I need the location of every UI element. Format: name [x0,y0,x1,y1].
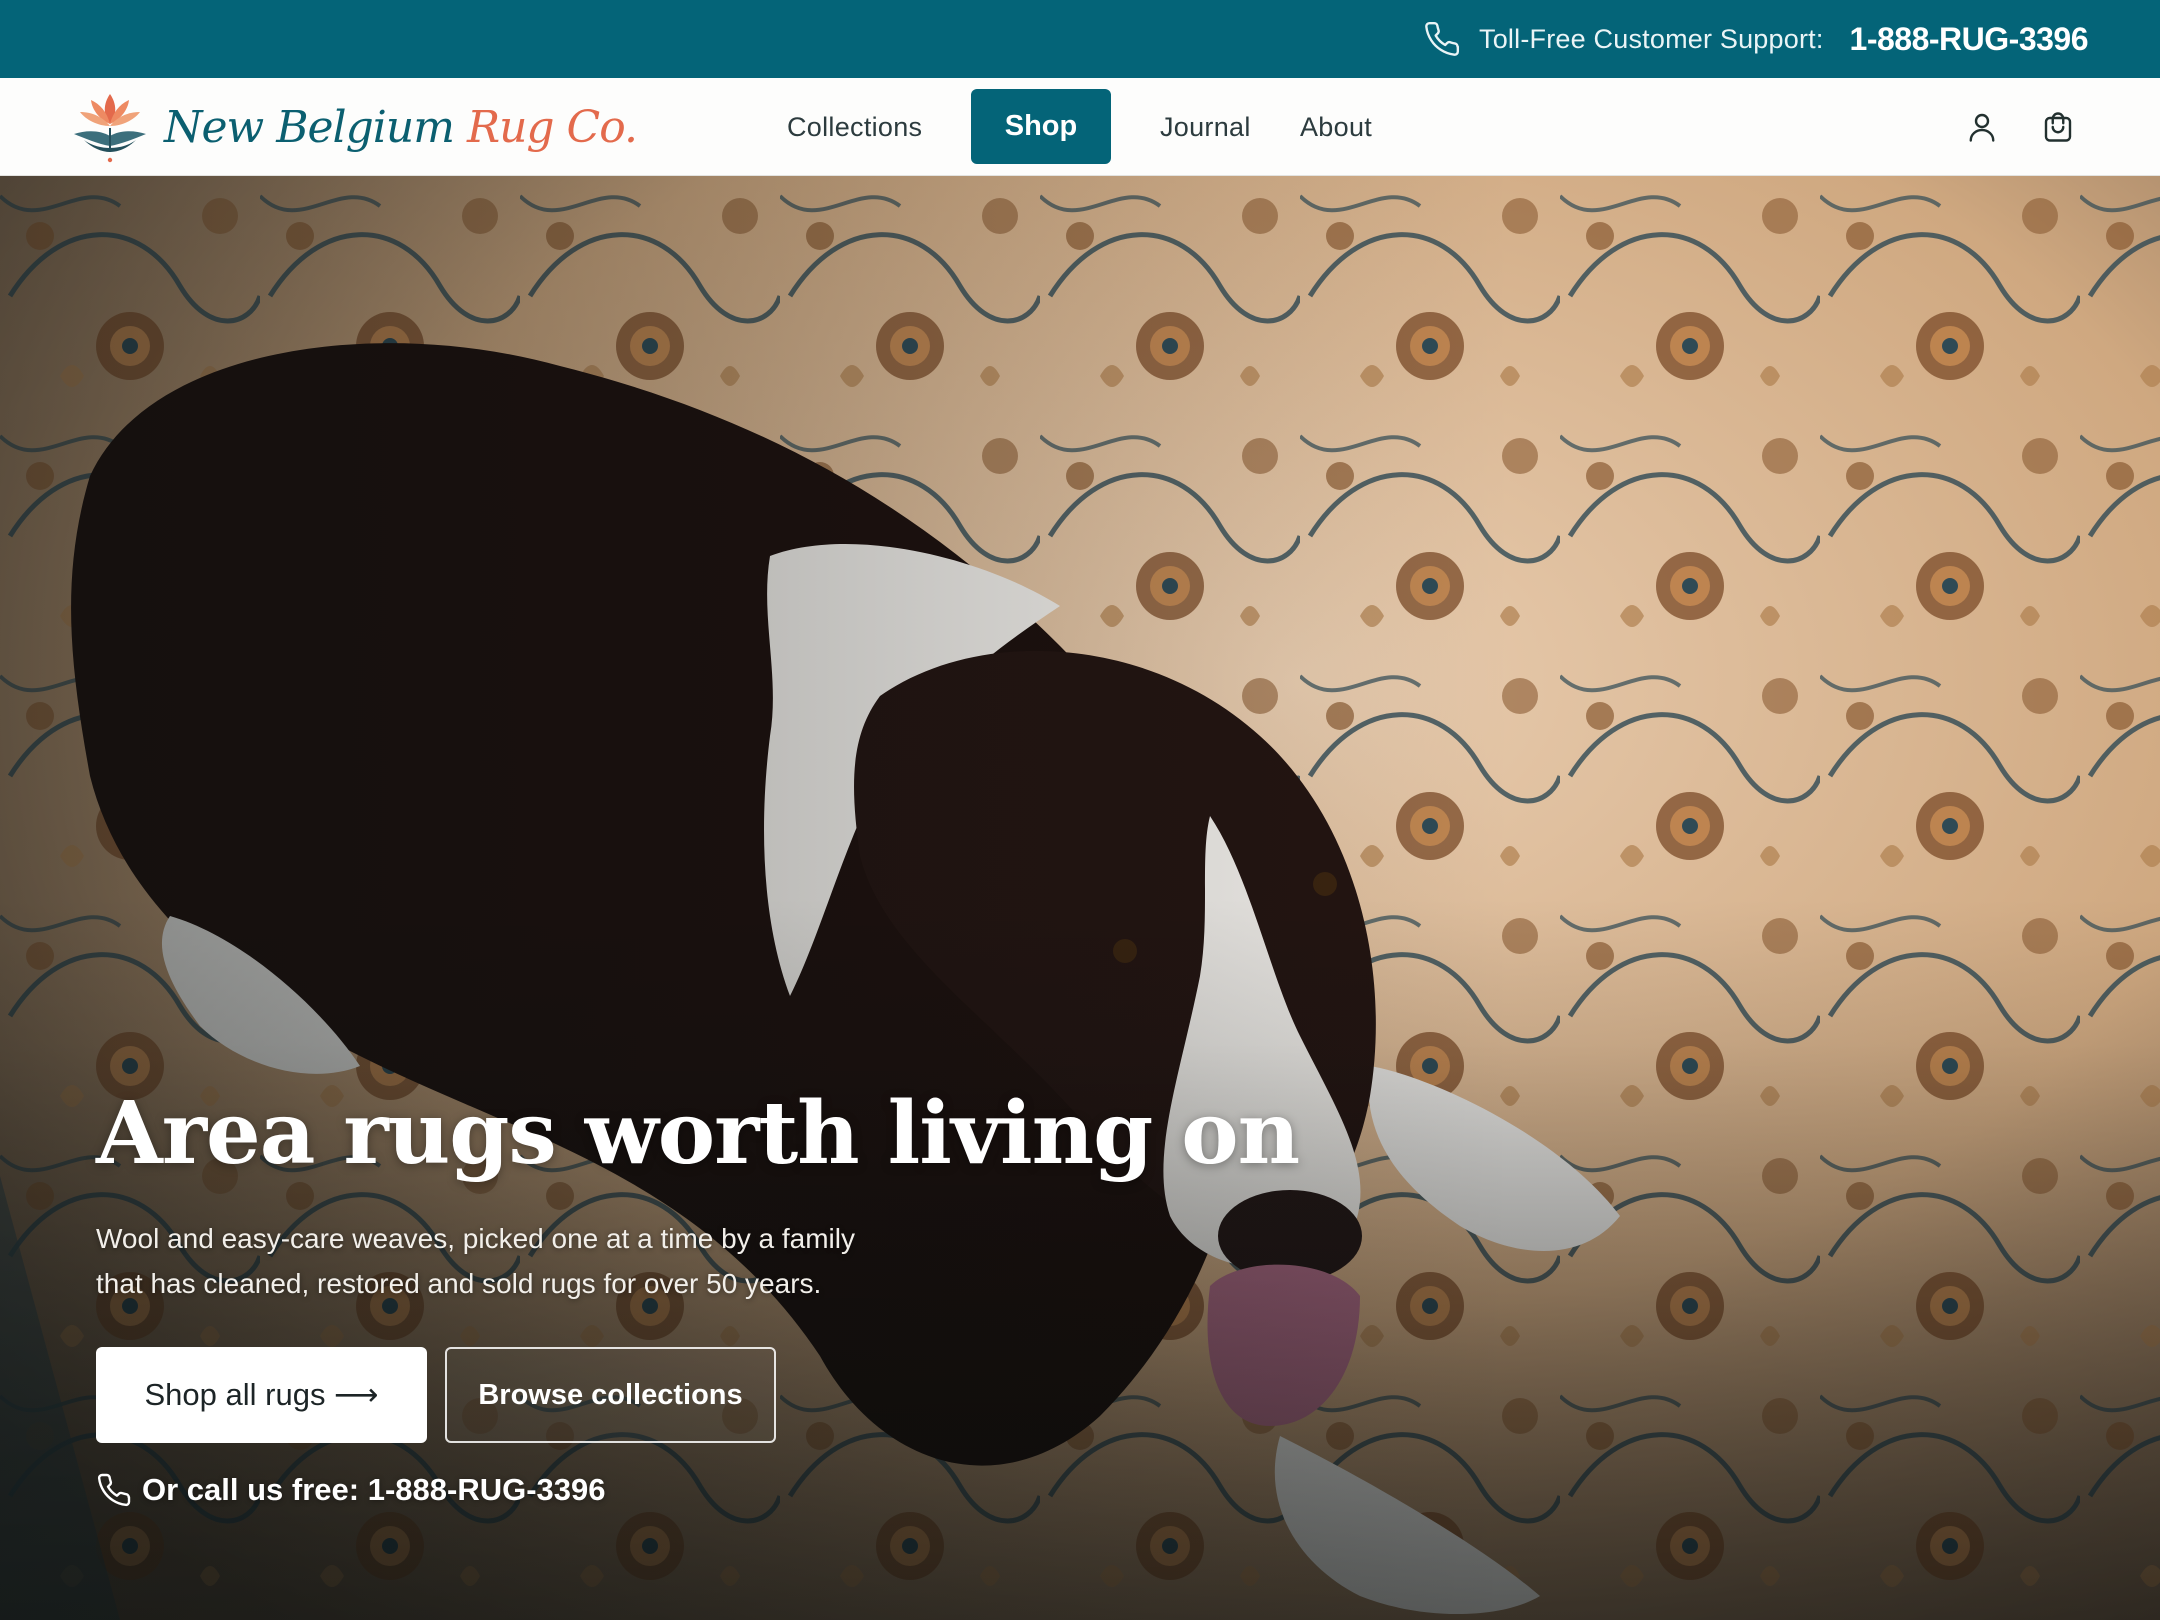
hero-call-text: Or call us free: 1-888-RUG-3396 [142,1472,606,1507]
hero-title: Area rugs worth living on [96,1083,1300,1184]
support-phone-link[interactable]: 1-888-RUG-3396 [1850,21,2089,58]
browse-collections-button[interactable]: Browse collections [445,1347,776,1443]
main-nav: Collections Shop Journal About [0,78,2160,176]
nav-shop[interactable]: Shop [971,89,1111,164]
hero-section: Area rugs worth living on Wool and easy-… [0,176,2160,1620]
hero-subtitle-line1: Wool and easy-care weaves, picked one at… [96,1223,855,1254]
hero-subtitle-line2: that has cleaned, restored and sold rugs… [96,1268,822,1299]
support-bar: Toll-Free Customer Support: 1-888-RUG-33… [0,0,2160,78]
nav-journal[interactable]: Journal [1160,78,1251,176]
phone-icon [1425,21,1460,56]
hero-subtitle: Wool and easy-care weaves, picked one at… [96,1216,956,1306]
hero-call-link[interactable]: Or call us free: 1-888-RUG-3396 [96,1472,606,1508]
user-icon[interactable] [1964,109,2000,145]
nav-collections[interactable]: Collections [787,78,922,176]
nav-about[interactable]: About [1300,78,1372,176]
shop-all-rugs-button[interactable]: Shop all rugs ⟶ [96,1347,427,1443]
shopping-bag-icon[interactable] [2040,109,2076,145]
support-label: Toll-Free Customer Support: [1479,23,1824,54]
site-header: New Belgium Rug Co. Collections Shop Jou… [0,78,2160,176]
phone-icon [97,1473,131,1507]
